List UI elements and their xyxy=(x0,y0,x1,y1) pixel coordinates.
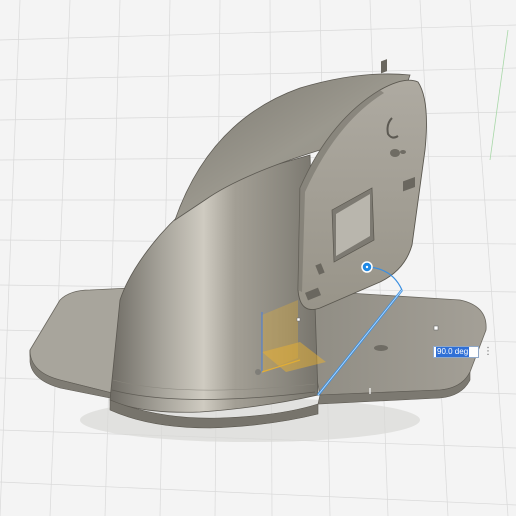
angle-dimension: 90.0 deg ⋮ xyxy=(433,346,493,358)
point-marker xyxy=(296,317,301,322)
angle-value: 90.0 deg xyxy=(436,347,470,357)
point-marker xyxy=(433,325,439,331)
mount-hole xyxy=(374,345,388,351)
slot-1 xyxy=(381,59,387,74)
model-canvas[interactable] xyxy=(0,0,516,516)
more-vertical-icon[interactable]: ⋮ xyxy=(483,346,493,358)
3d-viewport[interactable]: 90.0 deg ⋮ xyxy=(0,0,516,516)
angle-input[interactable]: 90.0 deg xyxy=(433,346,479,358)
